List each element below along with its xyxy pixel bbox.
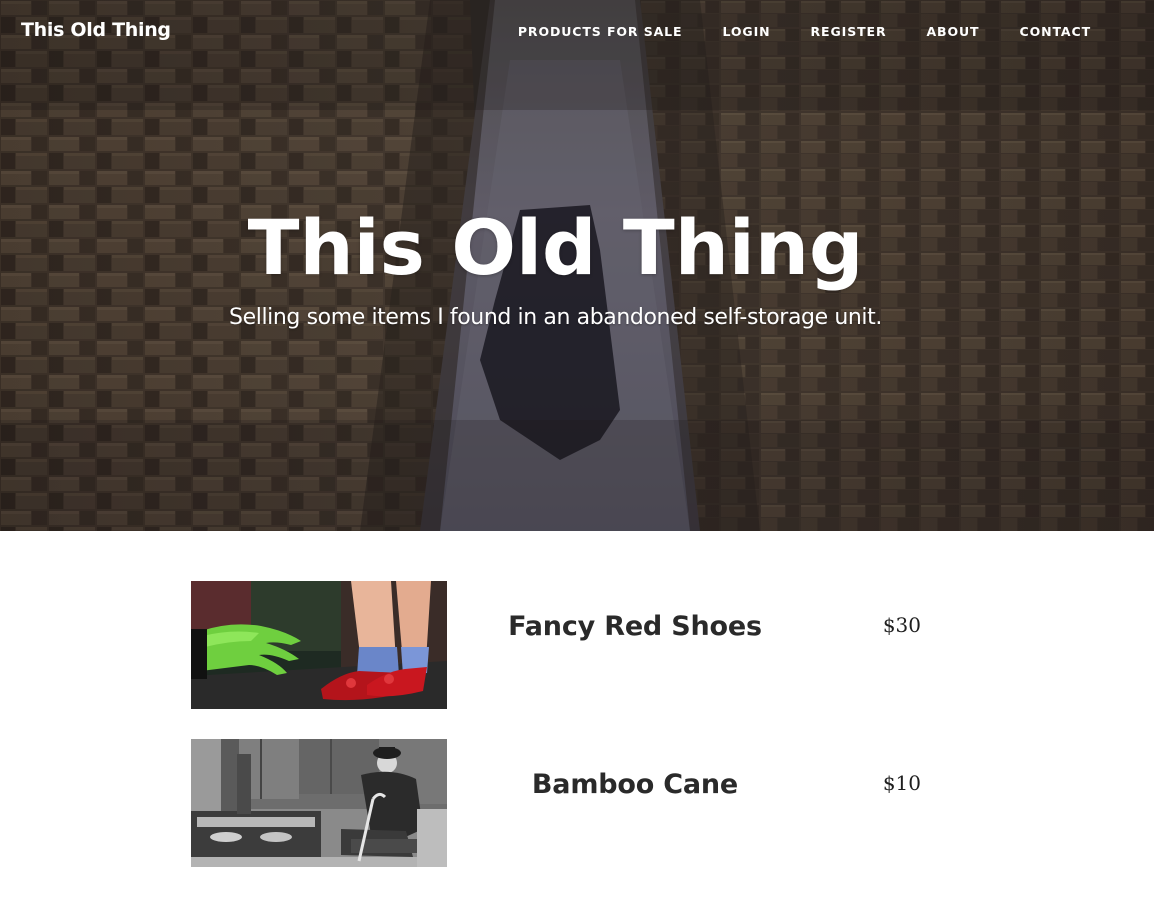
product-name[interactable]: Bamboo Cane: [447, 765, 823, 805]
hero-subtitle: Selling some items I found in an abandon…: [229, 305, 882, 330]
product-list: Fancy Red Shoes $30 Bamboo Cane $10: [191, 581, 921, 897]
nav-link-about[interactable]: ABOUT: [906, 24, 999, 40]
hero-title: This Old Thing: [247, 203, 864, 292]
product-name[interactable]: Fancy Red Shoes: [447, 607, 823, 647]
product-image-ruby-slippers[interactable]: [191, 581, 447, 709]
ruby-slippers-photo: [191, 581, 447, 709]
nav-link-products-for-sale[interactable]: PRODUCTS FOR SALE: [498, 24, 703, 40]
product-row: Bamboo Cane $10: [191, 739, 921, 867]
nav-link-contact[interactable]: CONTACT: [1000, 24, 1092, 40]
nav-item-register: REGISTER: [791, 24, 907, 40]
product-image-bamboo-cane[interactable]: [191, 739, 447, 867]
nav-link-register[interactable]: REGISTER: [791, 24, 907, 40]
nav-item-login: LOGIN: [702, 24, 790, 40]
nav-item-about: ABOUT: [906, 24, 999, 40]
nav-item-contact: CONTACT: [1000, 24, 1092, 40]
brand-logo-link[interactable]: This Old Thing: [21, 19, 171, 41]
hero-header: This Old Thing PRODUCTS FOR SALE LOGIN R…: [0, 0, 1154, 531]
main-nav: PRODUCTS FOR SALE LOGIN REGISTER ABOUT C…: [498, 24, 1091, 40]
product-row: Fancy Red Shoes $30: [191, 581, 921, 709]
chaplin-cane-photo: [191, 739, 447, 867]
product-price: $30: [882, 613, 921, 637]
nav-item-products: PRODUCTS FOR SALE: [498, 24, 703, 40]
nav-link-login[interactable]: LOGIN: [702, 24, 790, 40]
product-price: $10: [882, 771, 921, 795]
